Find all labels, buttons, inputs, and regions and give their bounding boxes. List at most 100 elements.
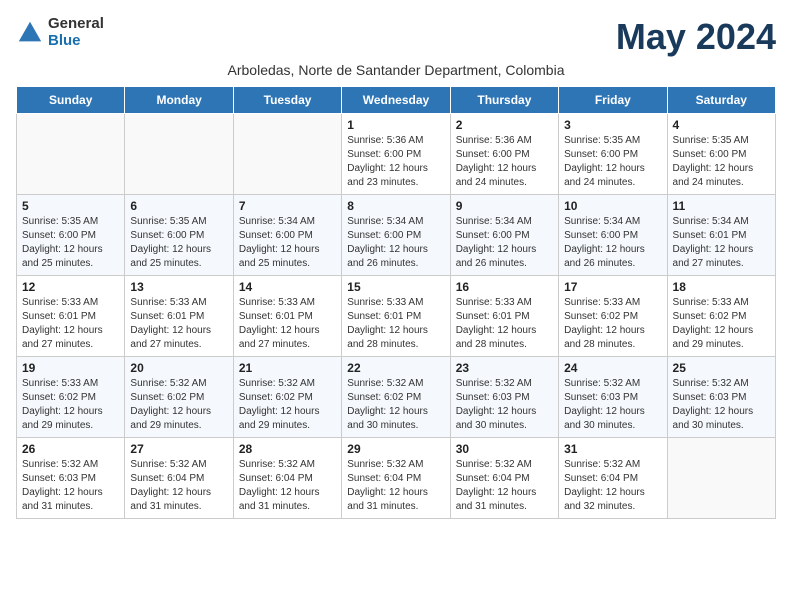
day-info: Sunrise: 5:32 AM Sunset: 6:02 PM Dayligh… [347, 377, 444, 433]
day-number: 4 [673, 118, 770, 132]
logo-text: General Blue [48, 16, 104, 49]
calendar-table: SundayMondayTuesdayWednesdayThursdayFrid… [16, 86, 776, 519]
calendar-cell: 29Sunrise: 5:32 AM Sunset: 6:04 PM Dayli… [342, 438, 450, 519]
day-number: 24 [564, 361, 661, 375]
weekday-header-wednesday: Wednesday [342, 87, 450, 114]
calendar-cell: 5 Sunrise: 5:35 AM Sunset: 6:00 PM Daylig… [17, 195, 125, 276]
day-info: Sunrise: 5:33 AM Sunset: 6:01 PM Dayligh… [347, 296, 444, 352]
calendar-cell: 12Sunrise: 5:33 AM Sunset: 6:01 PM Dayli… [17, 276, 125, 357]
calendar-cell: 9 Sunrise: 5:34 AM Sunset: 6:00 PM Daylig… [450, 195, 558, 276]
day-number: 23 [456, 361, 553, 375]
day-info: Sunrise: 5:33 AM Sunset: 6:01 PM Dayligh… [22, 296, 119, 352]
day-number: 5 [22, 199, 119, 213]
day-info: Sunrise: 5:33 AM Sunset: 6:02 PM Dayligh… [22, 377, 119, 433]
day-info: Sunrise: 5:34 AM Sunset: 6:00 PM Dayligh… [456, 215, 553, 271]
calendar-cell [667, 438, 775, 519]
calendar-cell: 4 Sunrise: 5:35 AM Sunset: 6:00 PM Daylig… [667, 114, 775, 195]
calendar-week-3: 12Sunrise: 5:33 AM Sunset: 6:01 PM Dayli… [17, 276, 776, 357]
day-info: Sunrise: 5:32 AM Sunset: 6:03 PM Dayligh… [673, 377, 770, 433]
day-number: 25 [673, 361, 770, 375]
calendar-cell: 26 Sunrise: 5:32 AM Sunset: 6:03 PM Dayli… [17, 438, 125, 519]
day-number: 2 [456, 118, 553, 132]
calendar-cell: 6Sunrise: 5:35 AM Sunset: 6:00 PM Daylig… [125, 195, 233, 276]
calendar-cell: 11 Sunrise: 5:34 AM Sunset: 6:01 PM Dayli… [667, 195, 775, 276]
day-number: 14 [239, 280, 336, 294]
calendar-header: SundayMondayTuesdayWednesdayThursdayFrid… [17, 87, 776, 114]
calendar-cell: 24Sunrise: 5:32 AM Sunset: 6:03 PM Dayli… [559, 357, 667, 438]
calendar-week-1: 1 Sunrise: 5:36 AM Sunset: 6:00 PM Daylig… [17, 114, 776, 195]
calendar-cell: 3 Sunrise: 5:35 AM Sunset: 6:00 PM Daylig… [559, 114, 667, 195]
day-number: 26 [22, 442, 119, 456]
day-info: Sunrise: 5:32 AM Sunset: 6:03 PM Dayligh… [22, 458, 119, 514]
day-info: Sunrise: 5:32 AM Sunset: 6:03 PM Dayligh… [456, 377, 553, 433]
day-info: Sunrise: 5:32 AM Sunset: 6:04 PM Dayligh… [347, 458, 444, 514]
logo-icon [16, 19, 44, 47]
day-info: Sunrise: 5:34 AM Sunset: 6:00 PM Dayligh… [239, 215, 336, 271]
day-info: Sunrise: 5:35 AM Sunset: 6:00 PM Dayligh… [564, 134, 661, 190]
day-info: Sunrise: 5:32 AM Sunset: 6:02 PM Dayligh… [130, 377, 227, 433]
day-info: Sunrise: 5:33 AM Sunset: 6:01 PM Dayligh… [456, 296, 553, 352]
day-info: Sunrise: 5:34 AM Sunset: 6:00 PM Dayligh… [347, 215, 444, 271]
day-number: 8 [347, 199, 444, 213]
day-number: 20 [130, 361, 227, 375]
calendar-cell: 16 Sunrise: 5:33 AM Sunset: 6:01 PM Dayli… [450, 276, 558, 357]
calendar-cell: 20 Sunrise: 5:32 AM Sunset: 6:02 PM Dayli… [125, 357, 233, 438]
day-number: 3 [564, 118, 661, 132]
day-info: Sunrise: 5:35 AM Sunset: 6:00 PM Dayligh… [673, 134, 770, 190]
weekday-header-monday: Monday [125, 87, 233, 114]
day-info: Sunrise: 5:33 AM Sunset: 6:02 PM Dayligh… [564, 296, 661, 352]
calendar-cell [17, 114, 125, 195]
day-info: Sunrise: 5:33 AM Sunset: 6:01 PM Dayligh… [130, 296, 227, 352]
day-number: 9 [456, 199, 553, 213]
logo-blue-text: Blue [48, 33, 104, 50]
calendar-cell: 17Sunrise: 5:33 AM Sunset: 6:02 PM Dayli… [559, 276, 667, 357]
day-info: Sunrise: 5:35 AM Sunset: 6:00 PM Dayligh… [22, 215, 119, 271]
calendar-cell [125, 114, 233, 195]
calendar-cell: 10 Sunrise: 5:34 AM Sunset: 6:00 PM Dayli… [559, 195, 667, 276]
calendar-cell: 14 Sunrise: 5:33 AM Sunset: 6:01 PM Dayli… [233, 276, 341, 357]
calendar-cell: 30 Sunrise: 5:32 AM Sunset: 6:04 PM Dayli… [450, 438, 558, 519]
day-number: 30 [456, 442, 553, 456]
calendar-week-2: 5 Sunrise: 5:35 AM Sunset: 6:00 PM Daylig… [17, 195, 776, 276]
day-info: Sunrise: 5:36 AM Sunset: 6:00 PM Dayligh… [456, 134, 553, 190]
logo-general-text: General [48, 16, 104, 33]
day-info: Sunrise: 5:34 AM Sunset: 6:00 PM Dayligh… [564, 215, 661, 271]
day-info: Sunrise: 5:33 AM Sunset: 6:02 PM Dayligh… [673, 296, 770, 352]
day-number: 28 [239, 442, 336, 456]
day-info: Sunrise: 5:33 AM Sunset: 6:01 PM Dayligh… [239, 296, 336, 352]
calendar-cell [233, 114, 341, 195]
day-info: Sunrise: 5:34 AM Sunset: 6:01 PM Dayligh… [673, 215, 770, 271]
page-header: General Blue May 2024 [16, 16, 776, 58]
day-info: Sunrise: 5:32 AM Sunset: 6:04 PM Dayligh… [456, 458, 553, 514]
day-number: 11 [673, 199, 770, 213]
day-number: 15 [347, 280, 444, 294]
day-info: Sunrise: 5:32 AM Sunset: 6:04 PM Dayligh… [564, 458, 661, 514]
calendar-cell: 19Sunrise: 5:33 AM Sunset: 6:02 PM Dayli… [17, 357, 125, 438]
weekday-header-saturday: Saturday [667, 87, 775, 114]
weekday-header-thursday: Thursday [450, 87, 558, 114]
weekday-header-friday: Friday [559, 87, 667, 114]
calendar-body: 1 Sunrise: 5:36 AM Sunset: 6:00 PM Daylig… [17, 114, 776, 519]
day-number: 7 [239, 199, 336, 213]
day-number: 27 [130, 442, 227, 456]
day-number: 16 [456, 280, 553, 294]
calendar-cell: 27 Sunrise: 5:32 AM Sunset: 6:04 PM Dayli… [125, 438, 233, 519]
calendar-cell: 13Sunrise: 5:33 AM Sunset: 6:01 PM Dayli… [125, 276, 233, 357]
calendar-cell: 7 Sunrise: 5:34 AM Sunset: 6:00 PM Daylig… [233, 195, 341, 276]
day-number: 1 [347, 118, 444, 132]
day-number: 6 [130, 199, 227, 213]
day-info: Sunrise: 5:36 AM Sunset: 6:00 PM Dayligh… [347, 134, 444, 190]
day-info: Sunrise: 5:32 AM Sunset: 6:04 PM Dayligh… [239, 458, 336, 514]
day-number: 18 [673, 280, 770, 294]
weekday-header-tuesday: Tuesday [233, 87, 341, 114]
day-info: Sunrise: 5:32 AM Sunset: 6:04 PM Dayligh… [130, 458, 227, 514]
logo: General Blue [16, 16, 104, 49]
calendar-cell: 25 Sunrise: 5:32 AM Sunset: 6:03 PM Dayli… [667, 357, 775, 438]
calendar-cell: 22Sunrise: 5:32 AM Sunset: 6:02 PM Dayli… [342, 357, 450, 438]
calendar-cell: 18 Sunrise: 5:33 AM Sunset: 6:02 PM Dayli… [667, 276, 775, 357]
day-number: 10 [564, 199, 661, 213]
weekday-header-sunday: Sunday [17, 87, 125, 114]
calendar-cell: 2 Sunrise: 5:36 AM Sunset: 6:00 PM Daylig… [450, 114, 558, 195]
calendar-week-5: 26 Sunrise: 5:32 AM Sunset: 6:03 PM Dayli… [17, 438, 776, 519]
calendar-cell: 31Sunrise: 5:32 AM Sunset: 6:04 PM Dayli… [559, 438, 667, 519]
